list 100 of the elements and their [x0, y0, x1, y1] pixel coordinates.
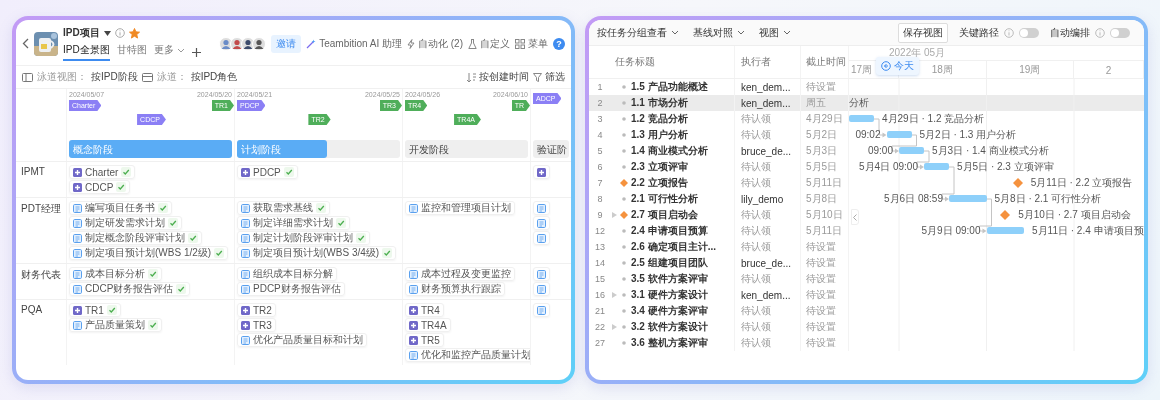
- info-icon[interactable]: [1004, 27, 1014, 38]
- assignee[interactable]: ken_dem...: [741, 289, 791, 301]
- task-card[interactable]: [533, 201, 550, 215]
- toolbar-button[interactable]: 自动化 (2): [407, 36, 463, 51]
- task-card[interactable]: [533, 303, 550, 317]
- task-card[interactable]: 制定项目预计划(WBS 1/2级): [69, 246, 229, 260]
- task-card[interactable]: [533, 282, 550, 296]
- assignee[interactable]: bruce_de...: [741, 145, 792, 157]
- task-row[interactable]: 15 3.5 软件方案评审 待认领 待设置: [589, 271, 1144, 287]
- task-title[interactable]: 2.1 可行性分析: [631, 192, 698, 206]
- task-card[interactable]: 获取需求基线: [237, 201, 330, 215]
- task-title[interactable]: 2.7 项目启动会: [631, 208, 698, 222]
- view-tab[interactable]: 更多: [153, 43, 185, 61]
- info-icon[interactable]: [1095, 27, 1105, 38]
- dropdown-menu[interactable]: 基线对照: [693, 25, 745, 40]
- task-card[interactable]: Charter: [69, 165, 136, 179]
- task-row[interactable]: 8 2.1 可行性分析 lily_demo 5月8日 5月6日 08:59 5月8日 · 2.1 可行性分析: [589, 191, 1144, 207]
- phase-bar[interactable]: 开发阶段: [405, 140, 528, 158]
- assignee[interactable]: ken_dem...: [741, 81, 791, 93]
- task-title[interactable]: 3.6 整机方案评审: [631, 336, 708, 350]
- task-card[interactable]: [533, 231, 550, 245]
- task-card[interactable]: 制定计划阶段评审计划: [237, 231, 370, 245]
- toggle-switch[interactable]: [1110, 27, 1130, 38]
- task-card[interactable]: 制定项目预计划(WBS 3/4级): [237, 246, 397, 260]
- task-row[interactable]: 6 2.3 立项评审 待认领 5月5日 5月4日 09:00 5月5日 · 2.3 立项评审: [589, 159, 1144, 175]
- task-title[interactable]: 2.5 组建项目团队: [631, 256, 708, 270]
- filter-button[interactable]: 筛选: [533, 70, 565, 84]
- task-title[interactable]: 1.3 用户分析: [631, 128, 688, 142]
- dropdown-menu[interactable]: 按任务分组查看: [597, 25, 679, 40]
- back-icon[interactable]: [22, 38, 29, 49]
- task-card[interactable]: TR4: [405, 303, 444, 317]
- task-card[interactable]: TR4A: [405, 318, 451, 332]
- task-card[interactable]: PDCP财务报告评估: [237, 282, 345, 296]
- star-icon[interactable]: [128, 27, 140, 39]
- task-card[interactable]: TR1: [69, 303, 121, 317]
- task-card[interactable]: 财务预算执行跟踪: [405, 282, 505, 296]
- project-title[interactable]: IPD项目: [63, 26, 100, 40]
- gantt-bar[interactable]: [849, 115, 874, 122]
- assignee[interactable]: bruce_de...: [741, 257, 792, 269]
- plus-icon[interactable]: [191, 47, 201, 57]
- milestone-diamond[interactable]: [1012, 178, 1023, 188]
- task-card[interactable]: 编写项目任务书: [69, 201, 172, 215]
- view-tab[interactable]: IPD全景图: [63, 43, 110, 61]
- toolbar-button[interactable]: Teambition AI 助理: [306, 36, 402, 51]
- milestone-diamond[interactable]: [1000, 210, 1011, 220]
- save-view-button[interactable]: 保存视图: [898, 22, 948, 43]
- caret-icon[interactable]: [103, 30, 111, 36]
- task-row[interactable]: 16 3.1 硬件方案设计 ken_dem... 待设置: [589, 287, 1144, 303]
- view-tab[interactable]: 甘特图: [116, 43, 147, 61]
- phase-bar[interactable]: 验证阶: [533, 140, 569, 158]
- task-card[interactable]: TR2: [237, 303, 276, 317]
- task-title[interactable]: 1.1 市场分析: [631, 96, 688, 110]
- task-card[interactable]: CDCP财务报告评估: [69, 282, 191, 296]
- task-row[interactable]: 5 1.4 商业模式分析 bruce_de... 5月3日 09:00 5月3日 · 1.4 商业模式分析: [589, 143, 1144, 159]
- task-title[interactable]: 2.6 确定项目主计...: [631, 240, 716, 254]
- assignee[interactable]: lily_demo: [741, 193, 784, 205]
- task-card[interactable]: TR5: [405, 333, 444, 347]
- gantt-bar[interactable]: [986, 227, 1024, 234]
- task-title[interactable]: 2.3 立项评审: [631, 160, 688, 174]
- task-row[interactable]: 22 3.2 软件方案设计 待认领 待设置: [589, 319, 1144, 335]
- task-card[interactable]: 成本目标分析: [69, 267, 162, 281]
- gantt-bar[interactable]: [899, 147, 924, 154]
- task-title[interactable]: 3.1 硬件方案设计: [631, 288, 708, 302]
- task-row[interactable]: 13 2.6 确定项目主计... 待认领 待设置: [589, 239, 1144, 255]
- task-card[interactable]: [533, 165, 550, 179]
- task-row[interactable]: 4 1.3 用户分析 待认领 5月2日 09:02 5月2日 · 1.3 用户分析: [589, 127, 1144, 143]
- task-row[interactable]: 14 2.5 组建项目团队 bruce_de... 待设置: [589, 255, 1144, 271]
- expand-icon[interactable]: [611, 212, 617, 218]
- task-card[interactable]: 组织成本目标分解: [237, 267, 337, 281]
- dropdown-menu[interactable]: 视图: [759, 25, 791, 40]
- task-card[interactable]: TR3: [237, 318, 276, 332]
- task-card[interactable]: [533, 216, 550, 230]
- task-card[interactable]: PDCP: [237, 165, 298, 179]
- task-row[interactable]: 3 1.2 竞品分析 待认领 4月29日 4月29日 · 1.2 竞品分析: [589, 111, 1144, 127]
- task-row[interactable]: 7 2.2 立项报告 待认领 5月11日 5月11日 · 2.2 立项报告: [589, 175, 1144, 191]
- task-title[interactable]: 1.2 竞品分析: [631, 112, 688, 126]
- task-row[interactable]: 12 2.4 申请项目预算 待认领 5月11日 5月9日 09:00 5月11日 · 2.4 申请项目预: [589, 223, 1144, 239]
- task-title[interactable]: 3.4 硬件方案评审: [631, 304, 708, 318]
- task-row[interactable]: 27 3.6 整机方案评审 待认领 待设置: [589, 335, 1144, 351]
- task-title[interactable]: 1.4 商业模式分析: [631, 144, 708, 158]
- task-card[interactable]: 监控和管理项目计划: [405, 201, 515, 215]
- sort-button[interactable]: 按创建时间: [467, 70, 529, 84]
- task-row[interactable]: 2 1.1 市场分析 ken_dem... 周五 分析: [589, 95, 1144, 111]
- assignee[interactable]: ken_dem...: [741, 97, 791, 109]
- task-card[interactable]: 制定详细需求计划: [237, 216, 350, 230]
- toolbar-button[interactable]: 自定义: [468, 36, 510, 51]
- toolbar-button[interactable]: 菜单: [515, 36, 548, 51]
- task-card[interactable]: 制定研发需求计划: [69, 216, 182, 230]
- task-title[interactable]: 2.4 申请项目预算: [631, 224, 708, 238]
- toggle-switch[interactable]: [1019, 27, 1039, 38]
- view-selector[interactable]: 按IPD阶段: [91, 70, 138, 84]
- task-title[interactable]: 3.2 软件方案设计: [631, 320, 708, 334]
- task-title[interactable]: 3.5 软件方案评审: [631, 272, 708, 286]
- task-row[interactable]: 21 3.4 硬件方案评审 待认领 待设置: [589, 303, 1144, 319]
- avatar-icon[interactable]: [252, 36, 267, 51]
- collapse-handle[interactable]: [851, 209, 859, 225]
- task-card[interactable]: 优化产品质量目标和计划: [237, 333, 367, 347]
- task-card[interactable]: [533, 267, 550, 281]
- task-title[interactable]: 1.5 产品功能概述: [631, 80, 708, 94]
- task-card[interactable]: 成本过程及变更监控: [405, 267, 515, 281]
